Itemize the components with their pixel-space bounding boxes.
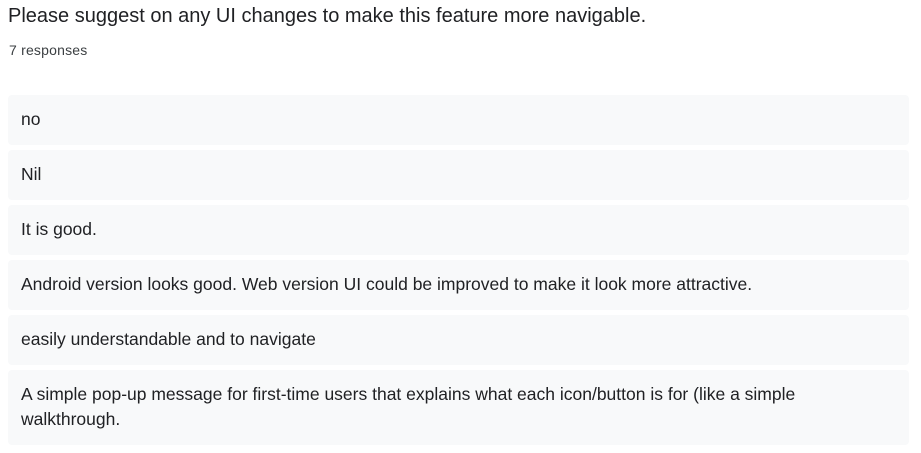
response-list: no Nil It is good. Android version looks…	[8, 95, 909, 450]
response-item: It is good.	[8, 205, 909, 255]
response-count: 7 responses	[9, 42, 88, 58]
response-item: Android version looks good. Web version …	[8, 260, 909, 310]
response-item: easily understandable and to navigate	[8, 315, 909, 365]
response-item: A simple pop-up message for first-time u…	[8, 370, 909, 445]
question-summary-card: Please suggest on any UI changes to make…	[0, 0, 921, 453]
response-item: no	[8, 95, 909, 145]
response-item: Nil	[8, 150, 909, 200]
question-title: Please suggest on any UI changes to make…	[8, 5, 647, 27]
